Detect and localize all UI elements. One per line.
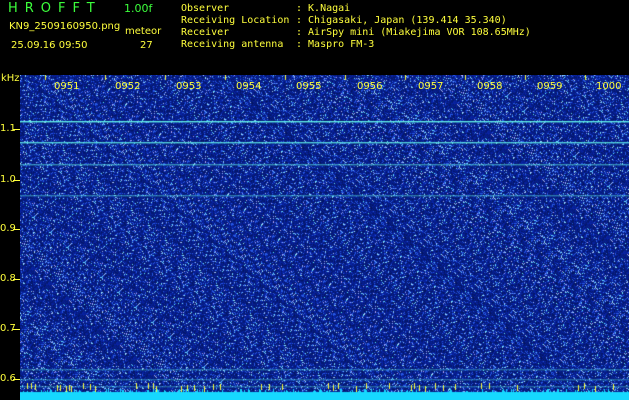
x-tick-label: 0954 — [236, 81, 262, 92]
x-tick-label: 0956 — [357, 81, 383, 92]
spectrogram-canvas[interactable] — [20, 75, 629, 400]
x-tick-label: 1000 — [596, 81, 622, 92]
y-tick-mark — [13, 129, 20, 130]
timestamp-label: 25.09.16 09:50 — [11, 40, 88, 51]
x-tick-label: 0955 — [296, 81, 322, 92]
location-value: : Chigasaki, Japan (139.414 35.340) — [296, 15, 507, 26]
receiver-value: : AirSpy mini (Miakejima VOR 108.65MHz) — [296, 27, 531, 38]
x-tick-label: 0952 — [115, 81, 141, 92]
x-tick-label: 0958 — [477, 81, 503, 92]
y-tick-mark — [13, 229, 20, 230]
observer-label: Observer — [181, 3, 230, 14]
x-tick-label: 0953 — [176, 81, 202, 92]
x-tick-label: 0951 — [54, 81, 80, 92]
location-label: Receiving Location — [181, 15, 290, 26]
meteor-label: meteor — [125, 26, 162, 37]
x-tick-label: 0957 — [418, 81, 444, 92]
y-tick-mark — [13, 279, 20, 280]
y-tick-mark — [13, 329, 20, 330]
filename-label: KN9_2509160950.png — [9, 21, 121, 32]
header-panel: HROFFT 1.00f KN9_2509160950.png meteor 2… — [0, 0, 629, 72]
version-label: 1.00f — [124, 2, 153, 15]
receiver-label: Receiver — [181, 27, 230, 38]
y-tick-mark — [13, 379, 20, 380]
x-tick-label: 0959 — [537, 81, 563, 92]
app-title: HROFFT — [8, 1, 102, 16]
antenna-label: Receiving antenna — [181, 39, 284, 50]
observer-value: : K.Nagai — [296, 3, 351, 14]
y-axis-unit: kHz — [1, 73, 20, 84]
y-tick-mark — [13, 180, 20, 181]
antenna-value: : Maspro FM-3 — [296, 39, 375, 50]
meteor-count: 27 — [140, 40, 153, 51]
